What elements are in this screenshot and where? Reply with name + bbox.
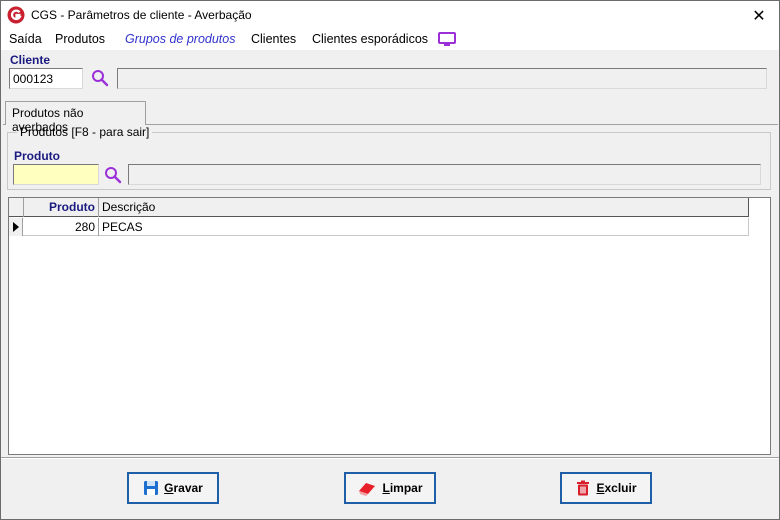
close-button[interactable]: ✕	[739, 1, 779, 30]
menu-item-produtos[interactable]: Produtos	[55, 32, 105, 46]
app-logo-icon	[7, 6, 25, 24]
eraser-icon	[359, 483, 376, 496]
produto-descricao-field	[128, 164, 761, 185]
search-icon[interactable]	[91, 69, 109, 87]
column-separator	[98, 198, 99, 217]
row-indicator	[9, 218, 23, 236]
table-row[interactable]: 280 PECAS	[9, 218, 749, 236]
gravar-button[interactable]: Gravar	[127, 472, 219, 504]
produtos-grid[interactable]: Produto Descrição 280 PECAS	[8, 197, 771, 455]
monitor-icon[interactable]	[438, 32, 456, 47]
footer-separator	[1, 457, 779, 459]
close-icon: ✕	[752, 7, 766, 25]
cliente-code-value: 000123	[13, 72, 54, 86]
app-window: CGS - Parâmetros de cliente - Averbação …	[0, 0, 780, 520]
cell-produto: 280	[74, 220, 95, 234]
trash-icon	[577, 480, 590, 496]
menu-item-saida[interactable]: Saída	[9, 32, 42, 46]
menu-bar: Saída Produtos Grupos de produtos Client…	[1, 30, 779, 50]
grid-header: Produto Descrição	[9, 198, 749, 217]
limpar-label: Limpar	[382, 481, 423, 495]
column-separator	[98, 218, 99, 236]
menu-item-clientes-esporadicos[interactable]: Clientes esporádicos	[312, 32, 428, 46]
menu-item-clientes[interactable]: Clientes	[251, 32, 296, 46]
column-header-produto[interactable]: Produto	[23, 200, 95, 214]
produto-input[interactable]	[13, 164, 99, 185]
gravar-label: Gravar	[164, 481, 203, 495]
cell-descricao: PECAS	[102, 220, 143, 234]
title-bar: CGS - Parâmetros de cliente - Averbação …	[1, 1, 779, 30]
excluir-button[interactable]: Excluir	[560, 472, 652, 504]
produto-search-icon[interactable]	[104, 166, 122, 184]
cliente-name-field	[117, 68, 767, 89]
tab-produtos-nao-averbados[interactable]: Produtos não averbados	[5, 101, 146, 134]
produto-label: Produto	[14, 149, 60, 163]
excluir-label: Excluir	[596, 481, 637, 495]
limpar-button[interactable]: Limpar	[344, 472, 436, 504]
menu-item-grupos-de-produtos[interactable]: Grupos de produtos	[125, 32, 236, 46]
save-icon	[144, 481, 159, 495]
row-pointer-icon	[13, 222, 19, 232]
cliente-label: Cliente	[10, 53, 51, 67]
window-title: CGS - Parâmetros de cliente - Averbação	[31, 8, 252, 22]
cliente-code-input[interactable]: 000123	[9, 68, 83, 89]
column-header-descricao[interactable]: Descrição	[102, 200, 155, 214]
